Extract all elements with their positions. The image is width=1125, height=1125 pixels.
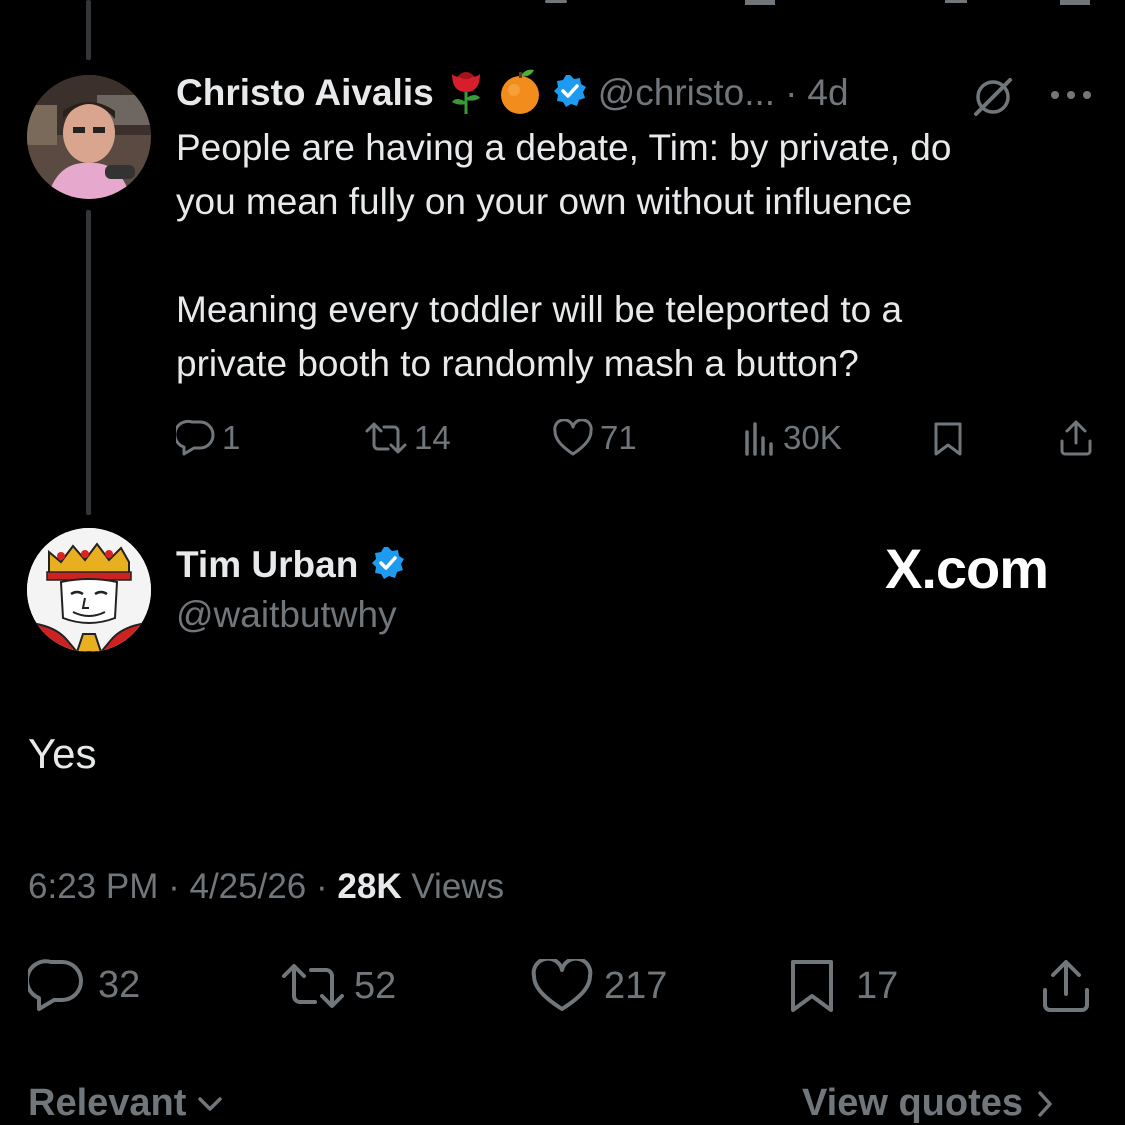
like-count: 217 — [604, 964, 668, 1007]
bookmark-button[interactable] — [932, 420, 964, 458]
post-date: 4/25/26 — [189, 867, 307, 906]
body-line: Meaning every toddler will be teleported… — [176, 289, 903, 330]
view-count: 30K — [783, 419, 842, 456]
author-handle[interactable]: @waitbutwhy — [176, 594, 397, 636]
header-separator: · — [785, 72, 798, 113]
views-count: 28K — [337, 867, 402, 906]
reply-icon — [176, 419, 215, 456]
avatar-tim-urban[interactable] — [27, 528, 151, 652]
orange-icon — [498, 66, 542, 121]
repost-count: 14 — [414, 419, 451, 456]
heart-icon — [553, 419, 593, 456]
share-button[interactable] — [1040, 958, 1092, 1014]
body-line: you mean fully on your own without influ… — [176, 181, 913, 222]
share-icon — [1043, 960, 1089, 1012]
post-time: 6:23 PM — [28, 867, 159, 906]
reply-icon — [28, 959, 83, 1011]
reply-count: 32 — [98, 963, 141, 1006]
share-icon — [1060, 420, 1092, 456]
x-com-logo: X.com — [885, 537, 1049, 600]
post-age[interactable]: 4d — [807, 72, 848, 114]
post-metadata: 6:23 PM · 4/25/26 · 28K Views — [28, 867, 504, 907]
body-line: private booth to randomly mash a button? — [176, 343, 859, 384]
main-post-header: Tim Urban — [176, 540, 406, 590]
author-handle[interactable]: @christo... — [598, 72, 775, 114]
author-name[interactable]: Christo Aivalis — [176, 72, 434, 114]
views-chart-icon — [745, 422, 773, 456]
sort-dropdown[interactable]: Relevant — [28, 1082, 224, 1125]
chevron-down-icon — [198, 1096, 223, 1111]
views-label: Views — [411, 867, 505, 906]
sort-label: Relevant — [28, 1082, 187, 1124]
repost-button[interactable]: 14 — [364, 417, 451, 459]
author-name[interactable]: Tim Urban — [176, 544, 358, 586]
repost-icon — [365, 422, 407, 454]
avatar-christo[interactable] — [27, 75, 151, 199]
rose-icon — [444, 66, 488, 121]
verified-badge-icon[interactable] — [552, 73, 588, 114]
more-options-icon[interactable] — [1048, 88, 1094, 107]
bookmark-icon — [791, 960, 833, 1012]
body-line: People are having a debate, Tim: by priv… — [176, 127, 952, 168]
top-cutoff-actions — [0, 0, 1125, 8]
parent-post-header: Christo Aivalis @christo... · 4d — [176, 68, 849, 118]
bookmark-icon — [934, 422, 962, 456]
bookmark-button[interactable]: 17 — [788, 958, 898, 1014]
king-card-icon — [27, 528, 151, 652]
meta-separator: · — [168, 867, 180, 906]
view-quotes-label: View quotes — [802, 1082, 1024, 1124]
reply-count: 1 — [222, 419, 241, 456]
like-button[interactable]: 71 — [552, 417, 637, 459]
grok-icon[interactable] — [970, 74, 1016, 125]
main-post-body: Yes — [28, 730, 97, 777]
repost-icon — [282, 964, 344, 1008]
thread-line-top — [86, 0, 91, 60]
avatar-photo-icon — [27, 75, 151, 199]
like-button[interactable]: 217 — [530, 959, 668, 1012]
share-button[interactable] — [1058, 418, 1094, 458]
reply-button[interactable]: 32 — [28, 958, 140, 1012]
repost-button[interactable]: 52 — [280, 960, 396, 1012]
parent-post-body: People are having a debate, Tim: by priv… — [176, 121, 1096, 391]
heart-icon — [531, 959, 593, 1011]
like-count: 71 — [600, 419, 637, 456]
repost-count: 52 — [354, 964, 397, 1007]
chevron-right-icon — [1038, 1090, 1052, 1117]
views-button[interactable]: 30K — [743, 417, 842, 459]
bookmark-count: 17 — [856, 964, 899, 1007]
thread-line — [86, 210, 91, 515]
verified-badge-icon[interactable] — [370, 545, 406, 586]
reply-button[interactable]: 1 — [176, 417, 240, 459]
meta-separator: · — [316, 867, 328, 906]
view-quotes-link[interactable]: View quotes — [802, 1082, 1055, 1125]
